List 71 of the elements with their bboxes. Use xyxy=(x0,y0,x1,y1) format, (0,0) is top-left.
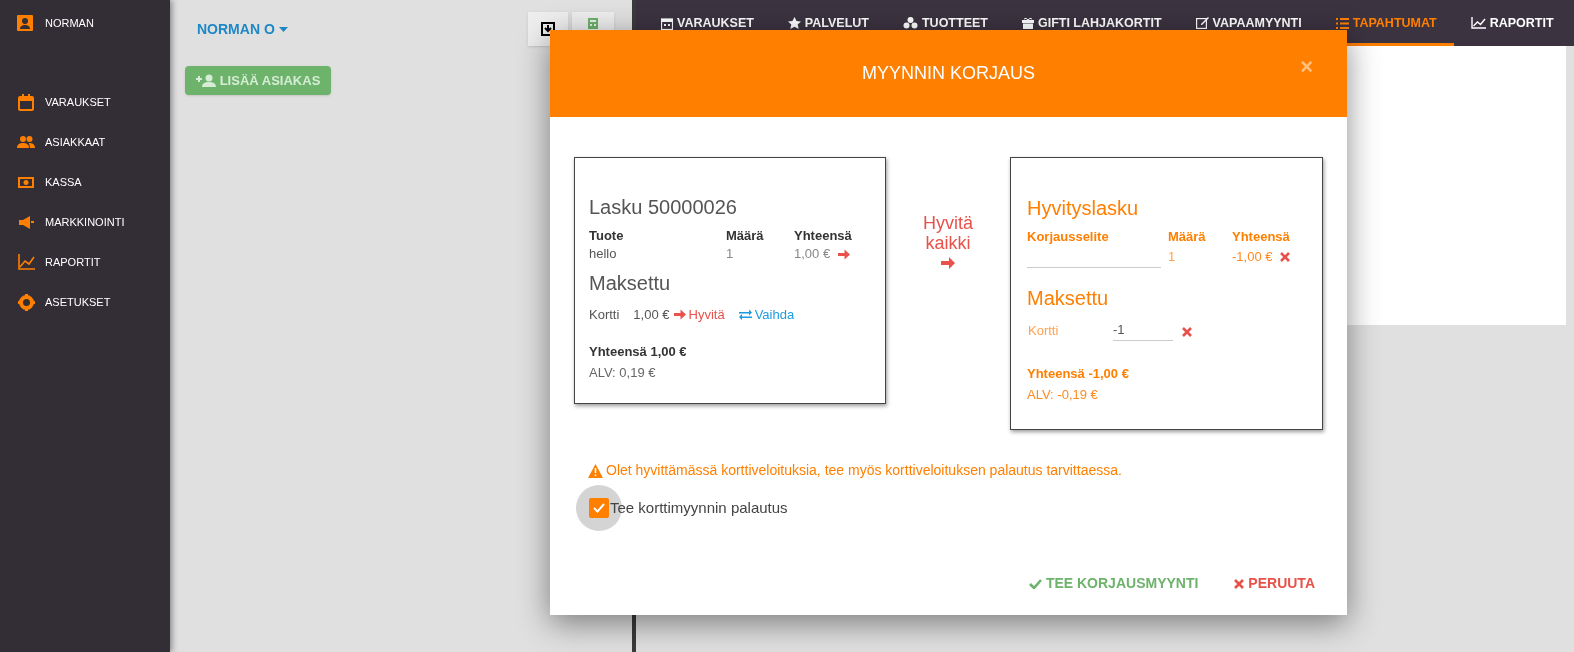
banknote-icon xyxy=(18,176,34,188)
sidebar-item[interactable]: KASSA xyxy=(0,162,170,202)
sidebar-item[interactable]: RAPORTIT xyxy=(0,242,170,282)
caret-icon xyxy=(278,26,288,32)
payment-amount: 1,00 € xyxy=(633,306,670,324)
nav-tab[interactable]: TUOTTEET xyxy=(886,0,1005,46)
arrow-right-icon xyxy=(673,309,686,321)
amount-field[interactable]: -1 xyxy=(1113,320,1173,341)
warning-message: Olet hyvittämässä korttiveloituksia, tee myös korttiveloituksen palautus tarvittaessa. xyxy=(606,461,1122,480)
people-icon xyxy=(17,136,35,148)
table-cell: -1,00 € xyxy=(1232,248,1273,266)
line-chart-icon xyxy=(17,254,35,270)
star-icon xyxy=(787,17,801,29)
sidebar-item[interactable]: VARAUKSET xyxy=(0,82,170,122)
payment-method: Kortti xyxy=(589,306,620,324)
calendar-icon xyxy=(661,16,673,30)
column-header: Tuote xyxy=(589,227,625,245)
close-icon xyxy=(1234,578,1245,589)
nav-tab[interactable]: VAPAAMYYNTI xyxy=(1178,0,1319,46)
table-cell: 1,00 € xyxy=(794,245,831,263)
table-cell-text: 1 xyxy=(726,245,735,263)
refund-link[interactable]: Hyvitä xyxy=(673,305,725,325)
nav-tab[interactable]: PALVELUT xyxy=(770,0,886,46)
checkmark-icon xyxy=(593,503,605,513)
nav-tab[interactable]: RAPORTIT xyxy=(1453,0,1571,46)
download-icon xyxy=(541,22,555,36)
vat-text: ALV: -0,19 € xyxy=(1027,386,1099,404)
sidebar-item[interactable]: MARKKINOINTI xyxy=(0,202,170,242)
swap-icon xyxy=(738,309,752,321)
column-header: Määrä xyxy=(1168,228,1207,246)
calculator-icon xyxy=(588,18,598,29)
section-title: Maksettu xyxy=(589,271,672,295)
table-cell-text: 1 xyxy=(1168,248,1177,266)
cubes-icon xyxy=(903,17,918,29)
column-header: Yhteensä xyxy=(1232,228,1291,246)
cancel-button[interactable]: PERUUTA xyxy=(1226,569,1323,598)
user-icon xyxy=(17,15,33,31)
user-name: NORMAN xyxy=(45,15,94,31)
column-header: Korjausselite xyxy=(1027,228,1110,246)
refund-row-button[interactable] xyxy=(838,248,851,260)
remove-button[interactable] xyxy=(1280,252,1291,262)
credit-note-title: Hyvityslasku xyxy=(1027,196,1140,220)
checkbox-label: Tee korttimyynnin palautus xyxy=(610,497,788,518)
nav-tab[interactable]: VARAUKSET xyxy=(644,0,771,46)
edit-icon xyxy=(1195,17,1209,29)
total-text: Yhteensä 1,00 € xyxy=(589,342,688,361)
dialog-title: MYYNNIN KORJAUS xyxy=(862,62,1035,85)
arrow-right-icon xyxy=(838,248,851,260)
column-header: Yhteensä xyxy=(794,227,853,245)
vat-text: ALV: 0,19 € xyxy=(589,364,657,382)
arrow-right-icon xyxy=(940,255,956,271)
close-icon xyxy=(1280,252,1291,262)
calendar-icon xyxy=(18,93,34,111)
refund-all-link[interactable]: Hyvitä kaikki xyxy=(918,213,978,253)
sidebar-item[interactable]: ASIAKKAAT xyxy=(0,122,170,162)
invoice-title: Lasku 50000026 xyxy=(589,195,738,219)
payment-method: Kortti xyxy=(1028,322,1060,340)
warning-icon xyxy=(588,463,603,478)
nav-tab[interactable]: GIFTI LAHJAKORTIT xyxy=(1004,0,1179,46)
checkmark-icon xyxy=(1028,578,1042,589)
sidebar-item[interactable]: ASETUKSET xyxy=(0,282,170,322)
add-person-icon xyxy=(195,74,216,87)
gift-icon xyxy=(1021,17,1034,29)
section-title: Maksettu xyxy=(1027,286,1110,310)
table-cell-text: hello xyxy=(589,245,618,263)
column-header: Määrä xyxy=(726,227,765,245)
remove-button[interactable] xyxy=(1182,326,1192,337)
line-chart-icon xyxy=(1470,17,1486,29)
total-text: Yhteensä -1,00 € xyxy=(1027,364,1130,383)
close-icon xyxy=(1182,326,1192,337)
checkbox[interactable] xyxy=(589,498,609,518)
